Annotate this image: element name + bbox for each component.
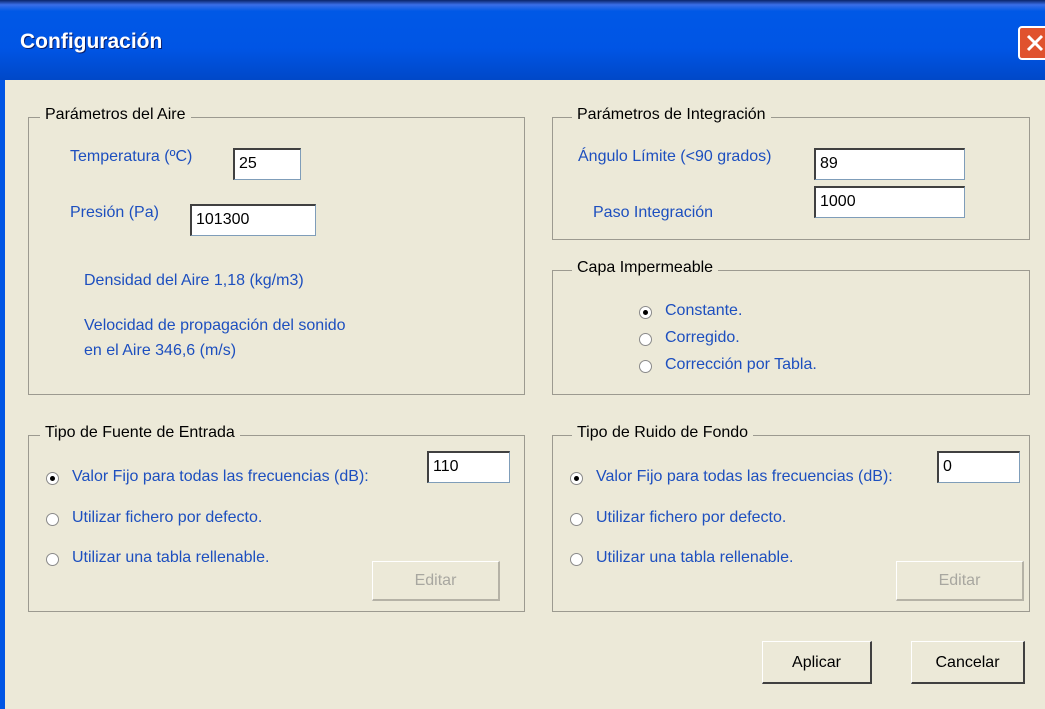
- noise-default-file-label[interactable]: Utilizar fichero por defecto.: [596, 509, 786, 527]
- apply-button[interactable]: Aplicar: [762, 641, 872, 684]
- radio-noise-fillable-table[interactable]: [570, 553, 583, 566]
- sound-speed-text-line1: Velocidad de propagación del sonido: [84, 317, 346, 334]
- integration-parameters-label: Parámetros de Integración: [572, 106, 771, 124]
- title-bar[interactable]: Configuración: [0, 0, 1045, 80]
- radio-selected-dot: [50, 476, 55, 481]
- option-correccion-tabla-label[interactable]: Corrección por Tabla.: [665, 356, 817, 374]
- pressure-input[interactable]: 101300: [190, 204, 316, 236]
- input-source-label: Tipo de Fuente de Entrada: [40, 424, 240, 442]
- radio-constante[interactable]: [639, 306, 652, 319]
- source-default-file-label[interactable]: Utilizar fichero por defecto.: [72, 509, 262, 527]
- close-button[interactable]: [1018, 26, 1045, 60]
- radio-correccion-tabla[interactable]: [639, 360, 652, 373]
- noise-edit-button[interactable]: Editar: [896, 561, 1024, 601]
- background-noise-label: Tipo de Ruido de Fondo: [572, 424, 754, 442]
- impermeable-layer-group: [552, 270, 1030, 395]
- sound-speed-text-line2: en el Aire 346,6 (m/s): [84, 342, 237, 359]
- window-title: Configuración: [20, 30, 163, 53]
- temperature-input[interactable]: 25: [233, 148, 301, 180]
- radio-noise-default-file[interactable]: [570, 513, 583, 526]
- noise-fillable-table-label[interactable]: Utilizar una tabla rellenable.: [596, 549, 793, 567]
- radio-source-default-file[interactable]: [46, 513, 59, 526]
- integration-step-input[interactable]: 1000: [814, 186, 965, 218]
- radio-source-fixed-value[interactable]: [46, 472, 59, 485]
- angle-limit-label: Ángulo Límite (<90 grados): [578, 148, 772, 165]
- window-left-border: [0, 80, 5, 709]
- cancel-button[interactable]: Cancelar: [911, 641, 1025, 684]
- close-icon: [1026, 34, 1044, 52]
- radio-source-fillable-table[interactable]: [46, 553, 59, 566]
- radio-corregido[interactable]: [639, 333, 652, 346]
- option-constante-label[interactable]: Constante.: [665, 302, 742, 320]
- source-edit-button[interactable]: Editar: [372, 561, 500, 601]
- radio-selected-dot: [574, 476, 579, 481]
- angle-limit-input[interactable]: 89: [814, 148, 965, 180]
- radio-selected-dot: [643, 310, 648, 315]
- pressure-label: Presión (Pa): [70, 204, 159, 221]
- radio-noise-fixed-value[interactable]: [570, 472, 583, 485]
- temperature-label: Temperatura (ºC): [70, 148, 193, 165]
- integration-step-label: Paso Integración: [593, 204, 714, 221]
- source-fillable-table-label[interactable]: Utilizar una tabla rellenable.: [72, 549, 269, 567]
- source-fixed-value-input[interactable]: 110: [427, 451, 510, 483]
- impermeable-layer-label: Capa Impermeable: [572, 259, 719, 277]
- air-parameters-label: Parámetros del Aire: [40, 106, 191, 124]
- noise-fixed-value-label[interactable]: Valor Fijo para todas las frecuencias (d…: [596, 468, 893, 486]
- option-corregido-label[interactable]: Corregido.: [665, 329, 740, 347]
- source-fixed-value-label[interactable]: Valor Fijo para todas las frecuencias (d…: [72, 468, 369, 486]
- noise-fixed-value-input[interactable]: 0: [937, 451, 1020, 483]
- air-density-text: Densidad del Aire 1,18 (kg/m3): [84, 272, 304, 289]
